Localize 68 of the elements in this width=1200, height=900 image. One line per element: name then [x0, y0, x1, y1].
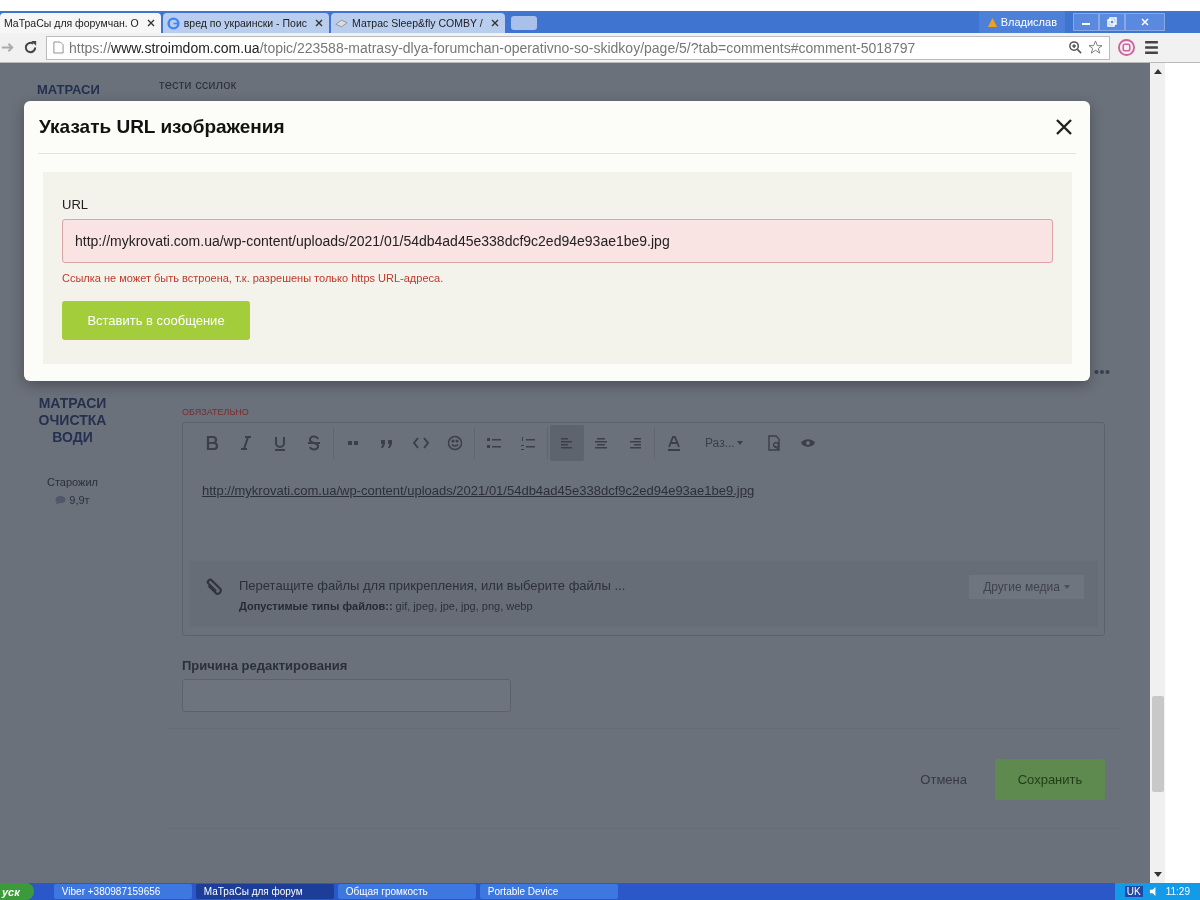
caret-icon	[736, 441, 743, 445]
author-name[interactable]: МАТРАСИ	[37, 82, 100, 97]
taskbar-button[interactable]: Общая громкость	[337, 884, 476, 899]
close-icon[interactable]	[315, 19, 324, 27]
numbers-icon	[520, 435, 536, 451]
attach-instructions: Перетащите файлы для прикрепления, или выберите файлы ...	[239, 578, 627, 593]
link[interactable]: http://mykrovati.com.ua/wp-content/uploads/2021/01/54db4ad45e338dcf9c2ed94e93ae1be9.jpg	[202, 483, 755, 498]
taskbar-button[interactable]: Portable Device	[479, 884, 618, 899]
extension-icon[interactable]	[1118, 39, 1135, 56]
taskbar-button[interactable]: Viber +380987159656	[53, 884, 192, 899]
font-color-icon	[666, 435, 682, 451]
url-input-field[interactable]: http://mykrovati.com.ua/wp-content/uploads/2021/01/54db4ad45e338dcf9c2ed94e93ae1be9.jpg	[62, 219, 1053, 263]
close-icon[interactable]	[490, 19, 499, 27]
star-icon[interactable]	[1088, 40, 1103, 55]
page-icon	[53, 41, 64, 54]
browser-tab[interactable]: Матрас Sleep&fly COMBY /	[331, 13, 505, 33]
author-name[interactable]: МАТРАСИ ОЧИСТКА ВОДИ	[22, 395, 123, 446]
field-label: Причина редактирования	[182, 658, 349, 673]
close-window-button[interactable]	[1125, 13, 1165, 31]
forward-arrow-icon[interactable]	[0, 40, 15, 55]
restore-icon	[1107, 17, 1117, 27]
address-bar[interactable]: https://www.stroimdom.com.ua/topic/223588-matrasy-dlya-forumchan-operativno-so-skidkoy/page/5/?tab=comments#comment-5018797	[46, 35, 1110, 60]
start-button[interactable]: уск	[0, 883, 34, 900]
field-label: URL	[62, 197, 89, 212]
preview-icon	[765, 435, 782, 451]
bold-icon	[204, 435, 220, 451]
align-right-icon	[627, 435, 643, 451]
warning-icon	[986, 16, 998, 28]
align-center-icon	[593, 435, 609, 451]
save-button[interactable]: Сохранить	[995, 759, 1105, 800]
dialog-title: Указать URL изображения	[39, 116, 286, 138]
more-options-icon[interactable]	[1094, 369, 1110, 375]
post-count: 9,9т	[55, 494, 90, 506]
scroll-up-icon[interactable]	[1153, 69, 1162, 74]
new-tab-button[interactable]	[510, 16, 537, 30]
allowed-file-types: Допустимые типы файлов:: gif, jpeg, jpe, jpg, png, webp	[239, 600, 534, 612]
bullets-icon	[486, 435, 502, 451]
taskbar-button[interactable]: МаТраСы для форум	[195, 884, 334, 899]
scrollbar-thumb[interactable]	[1151, 696, 1164, 792]
align-left-button[interactable]	[550, 425, 584, 461]
cancel-button[interactable]: Отмена	[920, 772, 967, 787]
user-profile-button[interactable]: Владислав	[978, 11, 1065, 33]
browser-tab[interactable]: вред по украински - Поис	[162, 13, 330, 33]
close-icon	[1140, 17, 1150, 27]
scroll-down-icon[interactable]	[1153, 872, 1162, 877]
restore-button[interactable]	[1099, 13, 1125, 31]
post-text: тести ссилок	[158, 77, 237, 92]
emoji-icon	[447, 435, 463, 451]
align-left-icon	[559, 435, 575, 451]
clock: 11:29	[1165, 886, 1190, 897]
code-icon	[413, 435, 429, 451]
close-icon[interactable]	[146, 19, 155, 27]
scrollbar[interactable]	[1150, 63, 1165, 883]
zoom-icon[interactable]	[1068, 40, 1083, 55]
error-message: Ссылка не может быть встроена, т.к. разрешены только https URL-адреса.	[62, 272, 445, 284]
underline-icon	[272, 435, 288, 451]
strike-icon	[306, 435, 322, 451]
member-rank: Старожил	[47, 476, 98, 488]
speech-bubble-icon	[55, 495, 67, 505]
minimize-button[interactable]	[1073, 13, 1099, 31]
required-label: ОБЯЗАТЕЛЬНО	[182, 407, 250, 417]
close-icon[interactable]	[1054, 117, 1074, 137]
browser-tab[interactable]: МаТраСы для форумчан. О	[0, 13, 161, 33]
language-indicator[interactable]: UK	[1124, 886, 1143, 897]
menu-icon[interactable]	[1143, 39, 1160, 56]
caret-icon	[1064, 585, 1070, 589]
italic-icon	[238, 435, 254, 451]
reload-icon[interactable]	[23, 40, 38, 55]
